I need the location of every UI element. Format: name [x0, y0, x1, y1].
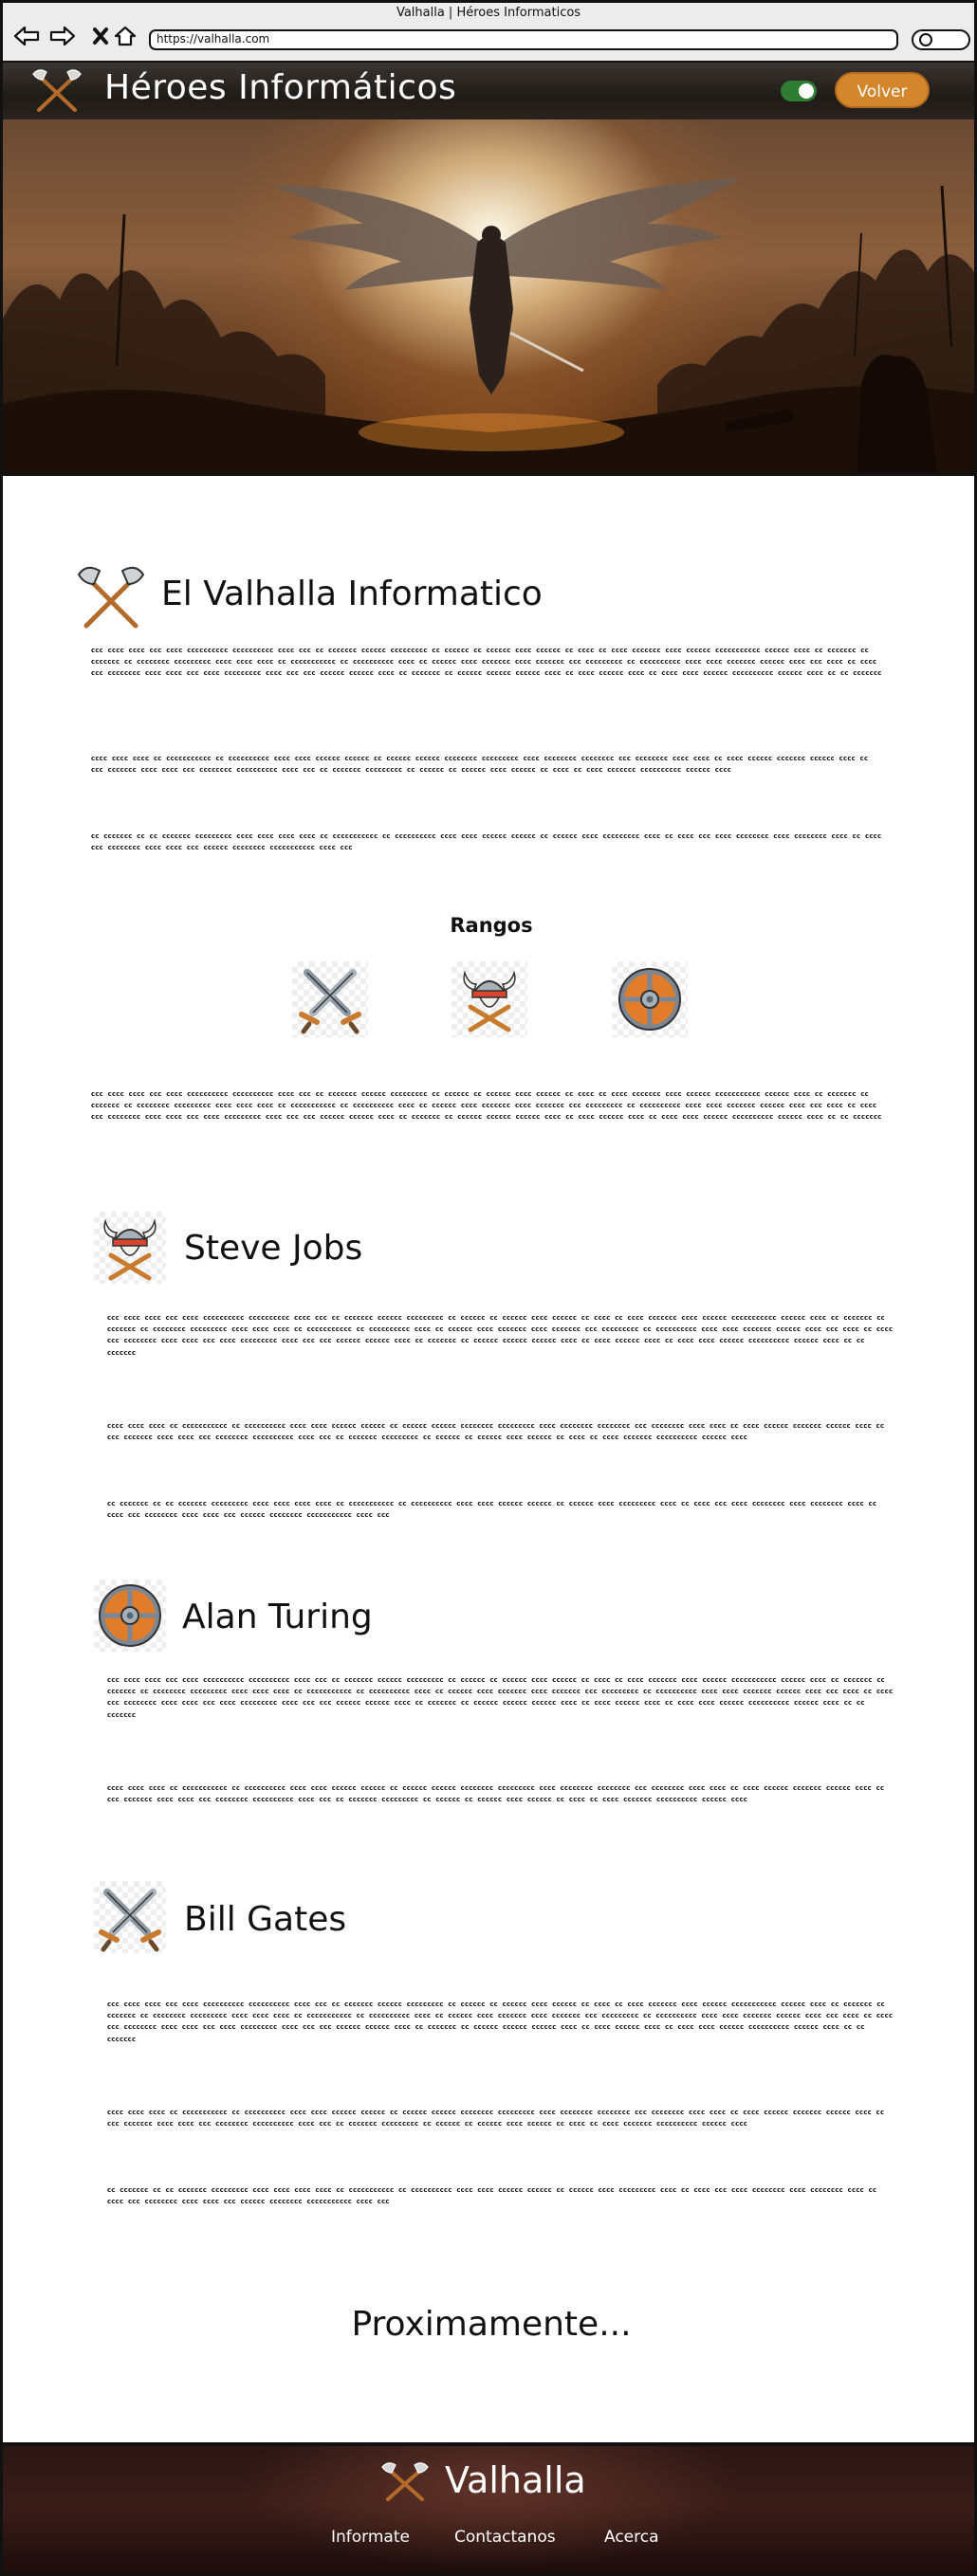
web-page: Héroes Informáticos Volver El Valhalla I… — [0, 61, 977, 2576]
round-shield-icon[interactable] — [612, 961, 688, 1037]
intro-title: El Valhalla Informatico — [161, 575, 543, 613]
footer-link-contactanos[interactable]: Contactanos — [454, 2528, 556, 2547]
intro-paragraph-2: cccc cccc cccc cc ccccccccccc cc ccccccc… — [91, 755, 869, 775]
url-bar[interactable]: https://valhalla.com — [149, 29, 898, 50]
back-arrow-icon[interactable] — [12, 24, 41, 48]
winged-angel-warrior-image — [3, 178, 974, 475]
bill-gates-paragraph-2: cccc cccc cccc cc ccccccccccc cc ccccccc… — [107, 2109, 885, 2128]
bill-gates-paragraph-1: ccc cccc cccc ccc cccc cccccccccc cccccc… — [107, 2001, 894, 2043]
steve-jobs-paragraph-2: cccc cccc cccc cc ccccccccccc cc ccccccc… — [107, 1422, 885, 1442]
hero-divider — [3, 472, 974, 476]
browser-chrome: Valhalla | Héroes Informaticos https://v… — [0, 0, 977, 61]
hero-name-alan-turing: Alan Turing — [182, 1598, 373, 1636]
crossed-axes-icon — [381, 2462, 429, 2501]
site-header: Héroes Informáticos Volver — [3, 63, 974, 119]
alan-turing-paragraph-2: cccc cccc cccc cc ccccccccccc cc ccccccc… — [107, 1784, 885, 1804]
site-footer: Valhalla Informate Contactanos Acerca — [3, 2442, 974, 2573]
footer-brand[interactable]: Valhalla — [445, 2459, 586, 2501]
intro-paragraph-1: ccc cccc cccc ccc cccc cccccccccc cccccc… — [91, 647, 882, 678]
theme-toggle[interactable] — [781, 81, 817, 101]
search-icon — [919, 33, 932, 46]
coming-soon-heading: Proximamente... — [351, 2305, 632, 2344]
steve-jobs-paragraph-3: cc ccccccc cc cc ccccccc ccccccccc cccc … — [107, 1500, 877, 1520]
forward-arrow-icon[interactable] — [48, 24, 77, 48]
bill-gates-paragraph-3: cc ccccccc cc cc ccccccc ccccccccc cccc … — [107, 2186, 877, 2206]
hero-name-bill-gates: Bill Gates — [184, 1900, 347, 1939]
round-shield-icon — [94, 1580, 166, 1652]
crossed-swords-icon — [94, 1881, 166, 1953]
ranks-paragraph: ccc cccc cccc ccc cccc cccccccccc cccccc… — [91, 1090, 882, 1122]
viking-helmet-icon[interactable] — [452, 961, 527, 1037]
site-brand-title[interactable]: Héroes Informáticos — [104, 68, 456, 107]
footer-link-informate[interactable]: Informate — [331, 2528, 410, 2547]
intro-paragraph-3: cc ccccccc cc cc ccccccc ccccccccc cccc … — [91, 832, 882, 852]
home-icon[interactable] — [111, 24, 139, 48]
crossed-swords-icon[interactable] — [292, 961, 368, 1037]
window-title: Valhalla | Héroes Informaticos — [396, 6, 581, 20]
browser-search[interactable] — [912, 29, 970, 50]
steve-jobs-paragraph-1: ccc cccc cccc ccc cccc cccccccccc cccccc… — [107, 1314, 894, 1357]
ranks-title: Rangos — [450, 914, 533, 937]
viking-helmet-icon — [94, 1212, 166, 1284]
footer-link-acerca[interactable]: Acerca — [604, 2528, 659, 2547]
crossed-axes-icon — [32, 69, 82, 112]
crossed-axes-icon — [75, 563, 147, 635]
alan-turing-paragraph-1: ccc cccc cccc ccc cccc cccccccccc cccccc… — [107, 1676, 894, 1719]
hero-name-steve-jobs: Steve Jobs — [184, 1229, 363, 1268]
hero-banner — [3, 119, 974, 475]
back-button[interactable]: Volver — [835, 72, 930, 108]
